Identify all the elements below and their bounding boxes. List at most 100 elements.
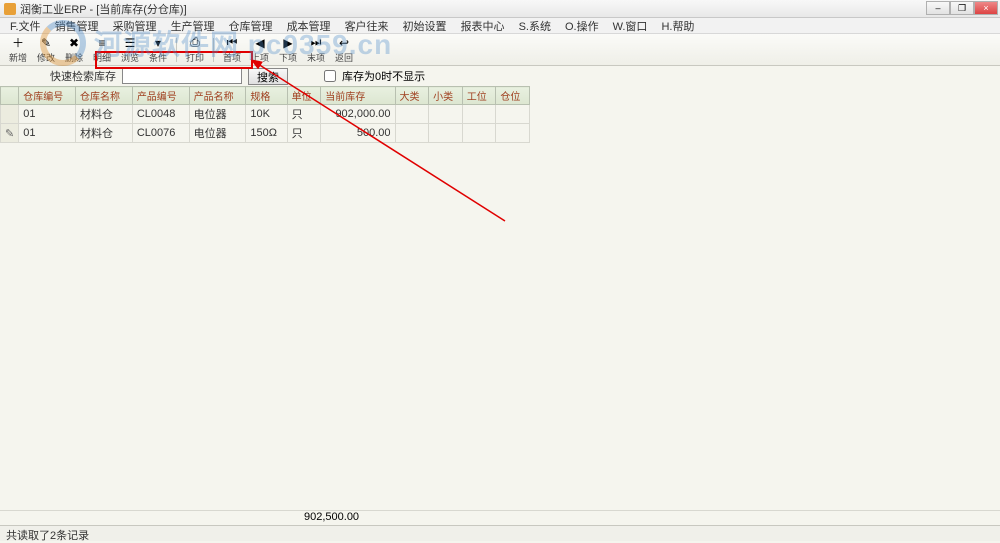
col-prod-name[interactable]: 产品名称	[189, 87, 246, 105]
col-stock[interactable]: 当前库存	[321, 87, 395, 105]
cell-prod-no: CL0048	[132, 105, 189, 124]
titlebar: 润衡工业ERP - [当前库存(分仓库)] – ❐ ×	[0, 0, 1000, 18]
cell-station	[462, 124, 496, 143]
cell-spec: 10K	[246, 105, 287, 124]
col-wh-name[interactable]: 仓库名称	[76, 87, 133, 105]
cell-spec: 150Ω	[246, 124, 287, 143]
menu-file[interactable]: F.文件	[4, 17, 47, 35]
toolbar-separator	[176, 38, 177, 62]
col-spec[interactable]: 规格	[246, 87, 287, 105]
cell-cat1	[395, 105, 429, 124]
toolbar-last[interactable]: ⏭末项	[304, 36, 328, 64]
menu-window[interactable]: W.窗口	[607, 17, 654, 35]
cell-cat2	[429, 124, 463, 143]
hide-zero-checkbox[interactable]	[324, 70, 336, 82]
cell-location	[496, 105, 530, 124]
col-location[interactable]: 仓位	[496, 87, 530, 105]
toolbar-separator	[213, 38, 214, 62]
data-table-wrap: 仓库编号 仓库名称 产品编号 产品名称 规格 单位 当前库存 大类 小类 工位 …	[0, 86, 1000, 536]
total-stock: 902,500.00	[304, 511, 354, 523]
menubar: F.文件 销售管理 采购管理 生产管理 仓库管理 成本管理 客户往来 初始设置 …	[0, 18, 1000, 34]
cell-unit: 只	[287, 124, 321, 143]
searchbar: 快速检索库存 搜索 库存为0时不显示	[0, 66, 1000, 86]
menu-customer[interactable]: 客户往来	[339, 17, 395, 35]
col-cat2[interactable]: 小类	[429, 87, 463, 105]
minimize-button[interactable]: –	[926, 1, 950, 15]
cell-unit: 只	[287, 105, 321, 124]
menu-operate[interactable]: O.操作	[559, 17, 605, 35]
toolbar-add[interactable]: ＋新增	[6, 36, 30, 64]
cell-location	[496, 124, 530, 143]
maximize-button[interactable]: ❐	[950, 1, 974, 15]
row-marker	[1, 105, 19, 124]
search-label: 快速检索库存	[50, 68, 116, 84]
col-wh-no[interactable]: 仓库编号	[19, 87, 76, 105]
toolbar-browse[interactable]: ☰浏览	[118, 36, 142, 64]
cell-prod-name: 电位器	[189, 124, 246, 143]
return-icon: ↩	[337, 36, 351, 50]
window-title: 润衡工业ERP - [当前库存(分仓库)]	[20, 1, 187, 17]
col-unit[interactable]: 单位	[287, 87, 321, 105]
cell-wh-no: 01	[19, 105, 76, 124]
detail-icon: ≡	[95, 36, 109, 50]
browse-icon: ☰	[123, 36, 137, 50]
toolbar-first[interactable]: ⏮首项	[220, 36, 244, 64]
app-icon	[4, 3, 16, 15]
toolbar-return[interactable]: ↩返回	[332, 36, 356, 64]
cell-prod-name: 电位器	[189, 105, 246, 124]
menu-init[interactable]: 初始设置	[397, 17, 453, 35]
filter-icon: ▾	[151, 36, 165, 50]
table-body: 01材料仓CL0048电位器10K只902,000.00✎01材料仓CL0076…	[1, 105, 530, 143]
status-text: 共读取了2条记录	[6, 530, 89, 542]
toolbar-detail[interactable]: ≡明细	[90, 36, 114, 64]
table-header-row: 仓库编号 仓库名称 产品编号 产品名称 规格 单位 当前库存 大类 小类 工位 …	[1, 87, 530, 105]
table-row[interactable]: ✎01材料仓CL0076电位器150Ω只500.00	[1, 124, 530, 143]
row-marker: ✎	[1, 124, 19, 143]
toolbar-print[interactable]: ⎙打印	[183, 36, 207, 64]
search-input[interactable]	[122, 68, 242, 84]
menu-help[interactable]: H.帮助	[655, 17, 700, 35]
cell-stock: 902,000.00	[321, 105, 395, 124]
prev-icon: ◀	[253, 36, 267, 50]
cell-wh-name: 材料仓	[76, 105, 133, 124]
col-station[interactable]: 工位	[462, 87, 496, 105]
inventory-table: 仓库编号 仓库名称 产品编号 产品名称 规格 单位 当前库存 大类 小类 工位 …	[0, 86, 530, 143]
menu-production[interactable]: 生产管理	[165, 17, 221, 35]
cell-wh-no: 01	[19, 124, 76, 143]
delete-icon: ✖	[67, 36, 81, 50]
window-controls: – ❐ ×	[926, 1, 998, 15]
close-button[interactable]: ×	[974, 1, 998, 15]
cell-stock: 500.00	[321, 124, 395, 143]
cell-cat2	[429, 105, 463, 124]
toolbar-next[interactable]: ▶下项	[276, 36, 300, 64]
toolbar: ＋新增 ✎修改 ✖删除 ≡明细 ☰浏览 ▾条件 ⎙打印 ⏮首项 ◀上项 ▶下项 …	[0, 34, 1000, 66]
col-prod-no[interactable]: 产品编号	[132, 87, 189, 105]
menu-warehouse[interactable]: 仓库管理	[223, 17, 279, 35]
cell-station	[462, 105, 496, 124]
col-cat1[interactable]: 大类	[395, 87, 429, 105]
toolbar-modify[interactable]: ✎修改	[34, 36, 58, 64]
menu-cost[interactable]: 成本管理	[281, 17, 337, 35]
col-marker	[1, 87, 19, 105]
statusbar: 共读取了2条记录	[0, 525, 1000, 541]
cell-cat1	[395, 124, 429, 143]
edit-icon: ✎	[39, 36, 53, 50]
table-row[interactable]: 01材料仓CL0048电位器10K只902,000.00	[1, 105, 530, 124]
toolbar-condition[interactable]: ▾条件	[146, 36, 170, 64]
cell-wh-name: 材料仓	[76, 124, 133, 143]
cell-prod-no: CL0076	[132, 124, 189, 143]
table-footer: 902,500.00	[0, 510, 1000, 524]
print-icon: ⎙	[188, 36, 202, 50]
menu-system[interactable]: S.系统	[513, 17, 557, 35]
first-icon: ⏮	[225, 36, 239, 50]
search-button[interactable]: 搜索	[248, 68, 288, 85]
menu-sales[interactable]: 销售管理	[49, 17, 105, 35]
next-icon: ▶	[281, 36, 295, 50]
toolbar-delete[interactable]: ✖删除	[62, 36, 86, 64]
last-icon: ⏭	[309, 36, 323, 50]
hide-zero-label: 库存为0时不显示	[342, 68, 425, 84]
menu-purchase[interactable]: 采购管理	[107, 17, 163, 35]
toolbar-prev[interactable]: ◀上项	[248, 36, 272, 64]
menu-report[interactable]: 报表中心	[455, 17, 511, 35]
add-icon: ＋	[11, 36, 25, 50]
